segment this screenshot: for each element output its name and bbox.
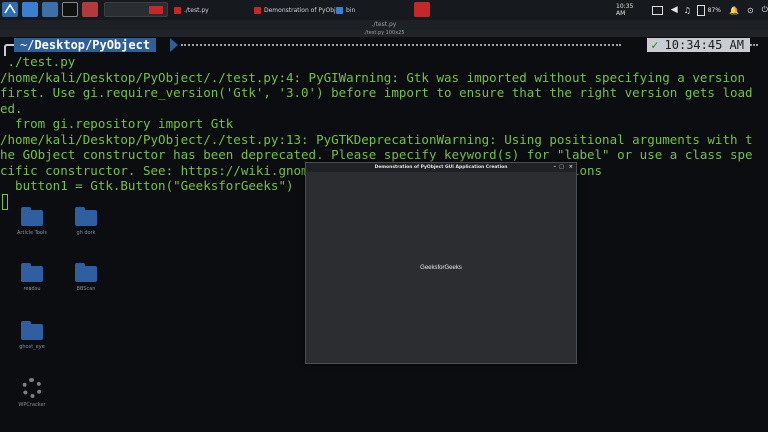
system-tray: 10:35 AM ◀ ♫ 87% 🔔 ⊙ ⏻ [616,0,768,20]
desktop-item-label: ghost_eye [19,344,45,350]
geeksforgeeks-button[interactable]: GeeksforGeeks [414,263,468,273]
taskbar-item-bin[interactable]: bin [336,1,355,19]
desktop-item-label: Article Tools [17,230,47,236]
folder-icon [21,207,43,226]
taskbar-item-label: Demonstration of PyObj... [264,6,342,14]
app-window-icon [254,6,261,14]
prompt-time-box: ✓ 10:34:45 AM [647,38,750,52]
taskbar-item-label: bin [346,6,356,14]
battery-percent: 87% [707,6,721,14]
power-icon[interactable]: ⏻ [762,5,768,15]
desktop-item-ghost-eye[interactable]: ghost_eye [12,321,52,350]
output-line: he GObject constructor has been deprecat… [0,147,753,162]
taskbar: ./test.py Demonstration of PyObj... bin … [0,0,768,21]
workspace-window-icon [149,6,163,14]
output-line: /home/kali/Desktop/PyObject/./test.py:4:… [0,69,746,85]
terminal-title: ./test.py [0,20,768,30]
app-menu-icon[interactable] [2,2,18,17]
folder-locked-icon [21,321,43,340]
terminal-tab[interactable]: ./test.py 100x25 [0,30,768,37]
file-manager-icon[interactable] [42,2,58,17]
output-line: first. Use gi.require_version('Gtk', '3.… [0,85,753,100]
folder-icon [75,263,97,282]
prompt-fill-right [750,44,758,48]
prompt-time: 10:34:45 AM [664,38,744,52]
folder-icon [75,207,97,226]
desktop-item-label: BBScan [76,286,96,292]
command-line: ./test.py [0,54,76,69]
gtk-titlebar[interactable]: Demonstration of PyObject GUI Applicatio… [306,163,576,172]
check-icon: ✓ [651,38,659,52]
notifications-bell-icon[interactable]: ♫ [684,6,691,15]
workspace-1[interactable] [104,2,168,17]
screen-recorder-icon[interactable] [82,2,98,17]
prompt-prefix: ~/ [20,38,35,52]
prompt-fill [181,44,621,48]
desktop-item-gh-dork[interactable]: gh dork [66,207,106,236]
volume-icon[interactable]: ◀ [671,5,678,15]
desktop-item-label: WPCracker [18,402,46,408]
terminal-icon[interactable] [62,2,78,17]
taskbar-item-terminal[interactable]: ./test.py [174,1,209,19]
maximize-button[interactable]: □ [559,163,564,172]
display-icon[interactable] [651,5,663,15]
output-line: ed. [0,100,23,116]
desktop-item-wpcracker[interactable]: WPCracker [12,378,52,408]
gtk-app-window[interactable]: Demonstration of PyObject GUI Applicatio… [305,162,577,364]
battery-icon[interactable] [696,4,705,16]
lock-icon[interactable]: ⊙ [747,6,754,15]
output-line: from gi.repository import Gtk [0,116,234,131]
output-line: button1 = Gtk.Button("GeeksforGeeks") [0,178,294,193]
terminal-icon [174,6,181,14]
terminal-cursor [2,194,8,210]
clock[interactable]: 10:35 AM [616,3,644,17]
prompt-arrow [170,38,178,52]
output-line: /home/kali/Desktop/PyObject/./test.py:13… [0,131,753,147]
desktop-item-label: readsu [23,286,41,292]
folder-icon [336,6,343,14]
desktop-item-label: gh dork [76,230,96,236]
gear-icon [22,378,42,398]
notification-icon[interactable] [414,2,430,17]
gtk-content-area: GeeksforGeeks [306,172,576,363]
prompt-path: ~/Desktop/PyObject [14,38,157,52]
close-button[interactable]: × [569,163,573,172]
desktop-item-article-tools[interactable]: Article Tools [12,207,52,236]
desktop-icon[interactable] [22,2,38,17]
taskbar-item-label: ./test.py [184,6,209,14]
bell-icon[interactable]: 🔔 [729,6,739,15]
folder-locked-icon [21,263,43,282]
gtk-window-title: Demonstration of PyObject GUI Applicatio… [374,165,508,170]
taskbar-item-gtk-window[interactable]: Demonstration of PyObj... [254,1,341,19]
desktop-item-readsu[interactable]: readsu [12,263,52,292]
minimize-button[interactable]: – [554,163,557,172]
prompt-path-text: Desktop/PyObject [34,38,151,52]
desktop-item-bbscan[interactable]: BBScan [66,263,106,292]
